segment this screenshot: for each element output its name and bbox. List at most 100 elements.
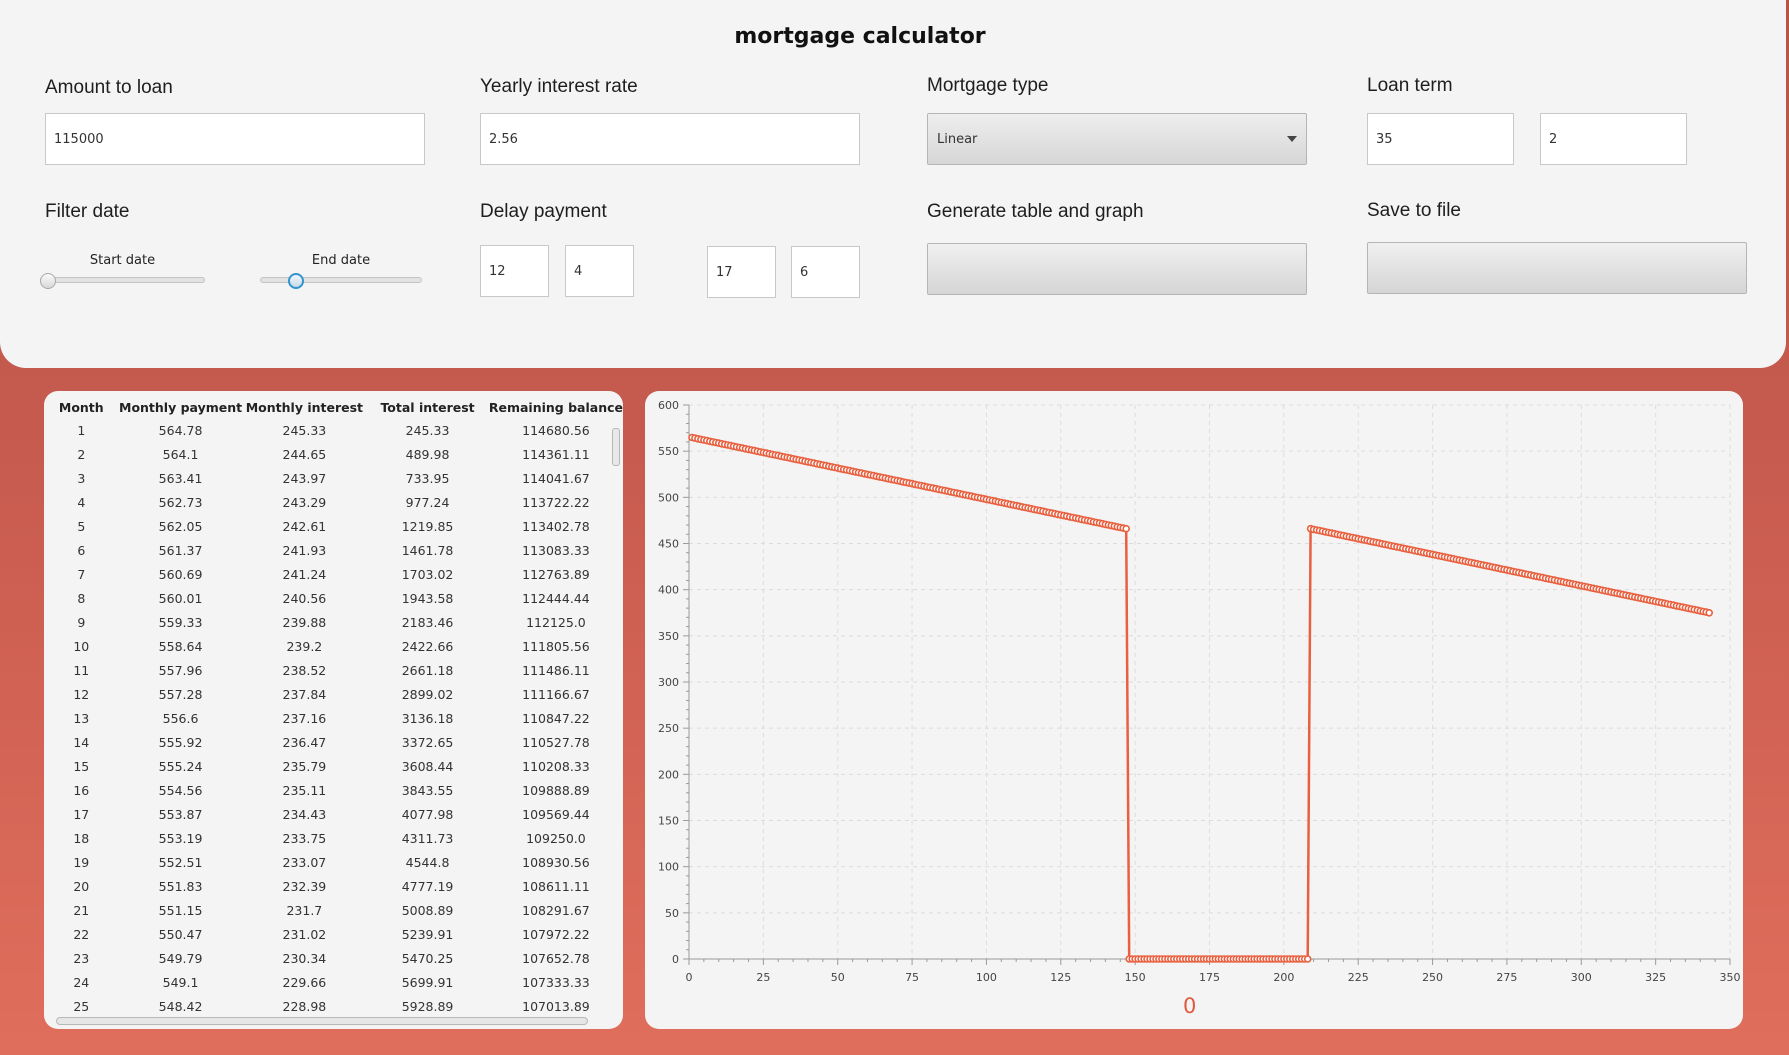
table-cell: 489.98 xyxy=(405,446,450,462)
table-row[interactable]: 17 553.87 234.43 4077.98 109569.44 xyxy=(44,802,623,826)
table-cell: 107013.89 xyxy=(522,998,590,1014)
delay-end-month-input[interactable]: 6 xyxy=(791,246,860,298)
mortgage-type-select[interactable]: Linear xyxy=(927,113,1307,165)
table-cell: 7 xyxy=(77,566,86,582)
start-date-slider[interactable]: Start date xyxy=(40,253,205,289)
table-row[interactable]: 3 563.41 243.97 733.95 114041.67 xyxy=(44,466,623,490)
table-cell: 114361.11 xyxy=(522,446,590,462)
x-tick-label: 275 xyxy=(1496,971,1517,984)
table-row[interactable]: 4 562.73 243.29 977.24 113722.22 xyxy=(44,490,623,514)
x-tick-label: 350 xyxy=(1720,971,1741,984)
table-cell: 733.95 xyxy=(405,470,450,486)
mortgage-type-label: Mortgage type xyxy=(927,75,1049,96)
table-row[interactable]: 21 551.15 231.7 5008.89 108291.67 xyxy=(44,898,623,922)
table-row[interactable]: 5 562.05 242.61 1219.85 113402.78 xyxy=(44,514,623,538)
amount-input[interactable]: 115000 xyxy=(45,113,425,165)
loan-term-months-input[interactable]: 2 xyxy=(1540,113,1687,165)
loan-term-years-input[interactable]: 35 xyxy=(1367,113,1514,165)
table-cell: 110208.33 xyxy=(522,758,590,774)
table-cell: 550.47 xyxy=(158,926,203,942)
table-row[interactable]: 1 564.78 245.33 245.33 114680.56 xyxy=(44,418,623,442)
amount-label: Amount to loan xyxy=(45,77,173,98)
table-row[interactable]: 23 549.79 230.34 5470.25 107652.78 xyxy=(44,946,623,970)
column-header-total-interest[interactable]: Total interest xyxy=(366,396,489,418)
table-cell: 3 xyxy=(77,470,86,486)
horizontal-scrollbar[interactable] xyxy=(56,1017,588,1025)
table-cell: 107972.22 xyxy=(522,926,590,942)
x-tick-label: 175 xyxy=(1199,971,1220,984)
table-row[interactable]: 6 561.37 241.93 1461.78 113083.33 xyxy=(44,538,623,562)
table-row[interactable]: 13 556.6 237.16 3136.18 110847.22 xyxy=(44,706,623,730)
delay-start-month-input[interactable]: 4 xyxy=(565,245,634,297)
table-header-row: Month Monthly payment Monthly interest T… xyxy=(44,396,623,418)
table-cell: 19 xyxy=(73,854,90,870)
column-header-month[interactable]: Month xyxy=(44,396,119,418)
table-cell: 228.98 xyxy=(282,998,327,1014)
table-cell: 4777.19 xyxy=(401,878,454,894)
column-header-monthly-interest[interactable]: Monthly interest xyxy=(243,396,367,418)
slider-thumb[interactable] xyxy=(40,273,56,289)
table-cell: 230.34 xyxy=(282,950,327,966)
rate-input[interactable]: 2.56 xyxy=(480,113,860,165)
table-row[interactable]: 15 555.24 235.79 3608.44 110208.33 xyxy=(44,754,623,778)
x-tick-label: 0 xyxy=(686,971,693,984)
table-row[interactable]: 12 557.28 237.84 2899.02 111166.67 xyxy=(44,682,623,706)
end-date-slider[interactable]: End date xyxy=(260,253,422,289)
table-row[interactable]: 22 550.47 231.02 5239.91 107972.22 xyxy=(44,922,623,946)
table-cell: 5008.89 xyxy=(401,902,454,918)
rate-label: Yearly interest rate xyxy=(480,76,638,97)
save-label: Save to file xyxy=(1367,200,1461,221)
table-row[interactable]: 19 552.51 233.07 4544.8 108930.56 xyxy=(44,850,623,874)
table-cell: 233.07 xyxy=(282,854,327,870)
table-row[interactable]: 20 551.83 232.39 4777.19 108611.11 xyxy=(44,874,623,898)
y-tick-label: 0 xyxy=(672,953,679,966)
table-cell: 240.56 xyxy=(282,590,327,606)
table-row[interactable]: 2 564.1 244.65 489.98 114361.11 xyxy=(44,442,623,466)
generate-button[interactable] xyxy=(927,243,1307,295)
table-cell: 4077.98 xyxy=(401,806,454,822)
table-cell: 243.29 xyxy=(282,494,327,510)
save-button[interactable] xyxy=(1367,242,1747,294)
table-body: 1 564.78 245.33 245.33 114680.56 2 564.1 244.65… xyxy=(44,418,623,1018)
x-tick-label: 250 xyxy=(1422,971,1443,984)
table-cell: 553.19 xyxy=(158,830,203,846)
table-row[interactable]: 16 554.56 235.11 3843.55 109888.89 xyxy=(44,778,623,802)
table-cell: 110847.22 xyxy=(522,710,590,726)
table-cell: 235.79 xyxy=(282,758,327,774)
table-cell: 114680.56 xyxy=(522,422,590,438)
table-row[interactable]: 8 560.01 240.56 1943.58 112444.44 xyxy=(44,586,623,610)
table-cell: 563.41 xyxy=(158,470,203,486)
table-cell: 10 xyxy=(73,638,90,654)
delay-end-year-input[interactable]: 17 xyxy=(707,246,776,298)
table-cell: 549.1 xyxy=(162,974,199,990)
table-cell: 3608.44 xyxy=(401,758,454,774)
table-cell: 552.51 xyxy=(158,854,203,870)
table-cell: 5928.89 xyxy=(401,998,454,1014)
y-tick-label: 200 xyxy=(658,768,679,781)
delay-start-year-input[interactable]: 12 xyxy=(480,245,549,297)
table-cell: 241.93 xyxy=(282,542,327,558)
table-row[interactable]: 9 559.33 239.88 2183.46 112125.0 xyxy=(44,610,623,634)
generate-label: Generate table and graph xyxy=(927,201,1144,222)
table-row[interactable]: 18 553.19 233.75 4311.73 109250.0 xyxy=(44,826,623,850)
table-row[interactable]: 10 558.64 239.2 2422.66 111805.56 xyxy=(44,634,623,658)
slider-thumb[interactable] xyxy=(287,273,304,289)
y-tick-label: 300 xyxy=(658,676,679,689)
table-cell: 110527.78 xyxy=(522,734,590,750)
table-cell: 242.61 xyxy=(282,518,327,534)
table-row[interactable]: 14 555.92 236.47 3372.65 110527.78 xyxy=(44,730,623,754)
column-header-remaining-balance[interactable]: Remaining balance xyxy=(489,396,623,418)
vertical-scrollbar[interactable] xyxy=(612,428,620,466)
legend-label: 0 xyxy=(1183,994,1197,1018)
table-cell: 15 xyxy=(73,758,90,774)
x-tick-label: 300 xyxy=(1571,971,1592,984)
table-row[interactable]: 24 549.1 229.66 5699.91 107333.33 xyxy=(44,970,623,994)
table-cell: 564.78 xyxy=(158,422,203,438)
table-row[interactable]: 25 548.42 228.98 5928.89 107013.89 xyxy=(44,994,623,1018)
x-tick-label: 25 xyxy=(756,971,770,984)
table-cell: 4544.8 xyxy=(405,854,450,870)
table-cell: 3372.65 xyxy=(401,734,454,750)
column-header-monthly-payment[interactable]: Monthly payment xyxy=(119,396,243,418)
table-row[interactable]: 11 557.96 238.52 2661.18 111486.11 xyxy=(44,658,623,682)
table-row[interactable]: 7 560.69 241.24 1703.02 112763.89 xyxy=(44,562,623,586)
